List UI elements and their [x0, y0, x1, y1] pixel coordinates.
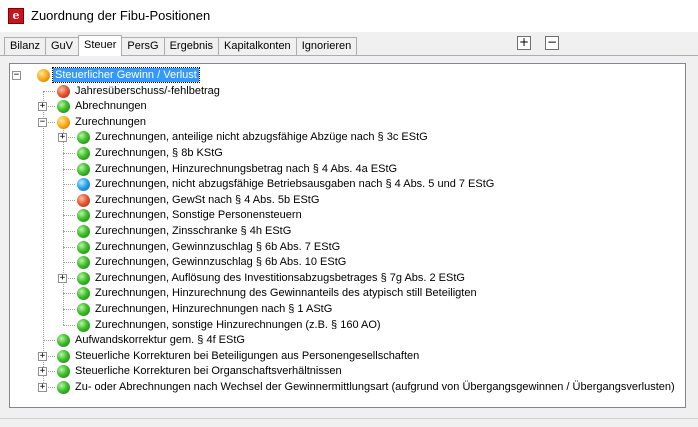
- tree-item-label[interactable]: Zurechnungen, § 8b KStG: [93, 146, 225, 160]
- tree-guide-line: [63, 309, 75, 310]
- tree-guide-line: [63, 184, 75, 186]
- status-green-icon: [77, 131, 90, 145]
- status-orange-icon: [37, 69, 50, 82]
- expand-toggle[interactable]: +: [38, 351, 47, 361]
- tree-row[interactable]: + Steuerliche Korrekturen bei Organschaft…: [10, 363, 685, 379]
- status-green-icon: [77, 318, 90, 332]
- tab-strip: Bilanz GuV Steuer PersG Ergebnis Kapitalkonte…: [4, 35, 358, 56]
- expand-toggle[interactable]: +: [58, 273, 67, 283]
- tree-item-label[interactable]: Steuerliche Korrekturen bei Organschafts…: [73, 364, 344, 378]
- tree-row[interactable]: + Steuerliche Korrekturen bei Beteiligung…: [10, 348, 685, 364]
- tree-row[interactable]: + Zurechnungen, anteilige nicht abzugsfäh…: [10, 129, 685, 145]
- status-green-icon: [57, 349, 70, 363]
- status-green-icon: [77, 162, 90, 176]
- tab-steuer[interactable]: Steuer: [77, 35, 123, 56]
- tree-guide-line: [63, 262, 75, 264]
- tree-row[interactable]: Zurechnungen, § 8b KStG: [10, 145, 685, 161]
- status-green-icon: [77, 287, 90, 301]
- status-green-icon: [77, 225, 90, 238]
- tree-guide-line: [63, 324, 75, 326]
- tree-row[interactable]: Jahresüberschuss/-fehlbetrag: [10, 83, 685, 99]
- tree-item-label[interactable]: Zurechnungen, Gewinnzuschlag § 6b Abs. 1…: [93, 255, 348, 269]
- status-green-icon: [57, 381, 70, 394]
- tab-guv[interactable]: GuV: [44, 37, 79, 56]
- tree-item-label[interactable]: Zurechnungen: [73, 115, 148, 129]
- tree-guide-line: [63, 153, 75, 154]
- tree-item-label[interactable]: Zurechnungen, Sonstige Personensteuern: [93, 208, 304, 222]
- tree-row[interactable]: + Zurechnungen, Auflösung des Investition…: [10, 270, 685, 286]
- tree-guide-line: [63, 199, 75, 201]
- status-green-icon: [77, 256, 90, 270]
- expand-toggle[interactable]: +: [38, 102, 47, 112]
- tree-item-label[interactable]: Steuerlicher Gewinn / Verlust: [52, 67, 200, 83]
- tree-guide-line: [63, 215, 75, 217]
- status-blue-icon: [77, 178, 90, 192]
- tree-row[interactable]: Zurechnungen, Zinsschranke § 4h EStG: [10, 223, 685, 239]
- tab-kapitalkonten[interactable]: Kapitalkonten: [218, 37, 297, 56]
- status-green-icon: [57, 100, 70, 114]
- collapse-toggle[interactable]: −: [38, 117, 47, 127]
- tab-bilanz[interactable]: Bilanz: [4, 37, 46, 56]
- tree-row[interactable]: Zurechnungen, Gewinnzuschlag § 6b Abs. 7…: [10, 239, 685, 255]
- tree-item-label[interactable]: Zu- oder Abrechnungen nach Wechsel der G…: [73, 380, 677, 394]
- tree-guide-line: [63, 168, 75, 170]
- status-green-icon: [77, 240, 90, 254]
- tree-guide-line: [43, 340, 55, 342]
- status-green-icon: [57, 365, 70, 379]
- app-icon[interactable]: e: [8, 8, 24, 24]
- collapse-all-button[interactable]: −: [545, 36, 559, 50]
- tree-row[interactable]: Zurechnungen, Sonstige Personensteuern: [10, 207, 685, 223]
- status-green-icon: [77, 147, 90, 160]
- tree-item-label[interactable]: Steuerliche Korrekturen bei Beteiligunge…: [73, 349, 421, 363]
- tree-guide-line: [63, 231, 75, 232]
- tree-row[interactable]: + Abrechnungen: [10, 98, 685, 114]
- tab-ignorieren[interactable]: Ignorieren: [295, 37, 358, 56]
- status-green-icon: [57, 334, 70, 348]
- expand-toggle[interactable]: +: [38, 367, 47, 377]
- window-title: Zuordnung der Fibu-Positionen: [31, 8, 211, 23]
- status-green-icon: [77, 303, 90, 316]
- tree-guide-line: [43, 90, 55, 92]
- tree-row[interactable]: − Zurechnungen: [10, 114, 685, 130]
- tree-row[interactable]: Zurechnungen, Hinzurechnungsbetrag nach …: [10, 161, 685, 177]
- expand-all-button[interactable]: +: [517, 36, 531, 50]
- tree-item-label[interactable]: Abrechnungen: [73, 99, 149, 113]
- status-green-icon: [77, 271, 90, 285]
- tree-item-label[interactable]: Zurechnungen, Zinsschranke § 4h EStG: [93, 224, 293, 238]
- tree-item-label[interactable]: Zurechnungen, Gewinnzuschlag § 6b Abs. 7…: [93, 240, 342, 254]
- tree-guide-line: [63, 246, 75, 248]
- tree-row[interactable]: − Steuerlicher Gewinn / Verlust: [10, 67, 685, 83]
- tab-ergebnis[interactable]: Ergebnis: [163, 37, 220, 56]
- position-tree[interactable]: − Steuerlicher Gewinn / Verlust Jahresüber…: [9, 63, 686, 408]
- collapse-toggle[interactable]: −: [12, 71, 21, 80]
- status-green-icon: [77, 209, 90, 223]
- expand-toggle[interactable]: +: [58, 133, 67, 143]
- tree-item-label[interactable]: Zurechnungen, Hinzurechnung des Gewinnan…: [93, 286, 479, 300]
- tree-row[interactable]: Zurechnungen, GewSt nach § 4 Abs. 5b ESt…: [10, 192, 685, 208]
- tree-row[interactable]: + Zu- oder Abrechnungen nach Wechsel der …: [10, 379, 685, 395]
- tree-item-label[interactable]: Zurechnungen, Hinzurechnungen nach § 1 A…: [93, 302, 334, 316]
- tree-row[interactable]: Zurechnungen, Hinzurechnung des Gewinnan…: [10, 285, 685, 301]
- tree-guide-line: [63, 293, 75, 295]
- tree-item-label[interactable]: Zurechnungen, Auflösung des Investitions…: [93, 271, 467, 285]
- tab-persg[interactable]: PersG: [121, 37, 165, 56]
- status-red-icon: [57, 84, 70, 98]
- tree-row[interactable]: Zurechnungen, sonstige Hinzurechnungen (…: [10, 317, 685, 333]
- title-bar: e Zuordnung der Fibu-Positionen: [0, 0, 698, 32]
- tree-item-label[interactable]: Zurechnungen, sonstige Hinzurechnungen (…: [93, 318, 383, 332]
- expand-toggle[interactable]: +: [38, 383, 47, 392]
- tree-item-label[interactable]: Aufwandskorrektur gem. § 4f EStG: [73, 333, 247, 347]
- tree-item-label[interactable]: Zurechnungen, GewSt nach § 4 Abs. 5b ESt…: [93, 193, 321, 207]
- tree-row[interactable]: Aufwandskorrektur gem. § 4f EStG: [10, 332, 685, 348]
- tree-row[interactable]: Zurechnungen, Gewinnzuschlag § 6b Abs. 1…: [10, 254, 685, 270]
- tree-row[interactable]: Zurechnungen, nicht abzugsfähige Betrieb…: [10, 176, 685, 192]
- tree-item-label[interactable]: Zurechnungen, nicht abzugsfähige Betrieb…: [93, 177, 496, 191]
- tree-item-label[interactable]: Zurechnungen, anteilige nicht abzugsfähi…: [93, 130, 430, 144]
- status-divider: [0, 418, 698, 419]
- tree-row[interactable]: Zurechnungen, Hinzurechnungen nach § 1 A…: [10, 301, 685, 317]
- tree-item-label[interactable]: Jahresüberschuss/-fehlbetrag: [73, 84, 222, 98]
- tree-item-label[interactable]: Zurechnungen, Hinzurechnungsbetrag nach …: [93, 162, 399, 176]
- status-red-icon: [77, 193, 90, 207]
- status-orange-icon: [57, 115, 70, 129]
